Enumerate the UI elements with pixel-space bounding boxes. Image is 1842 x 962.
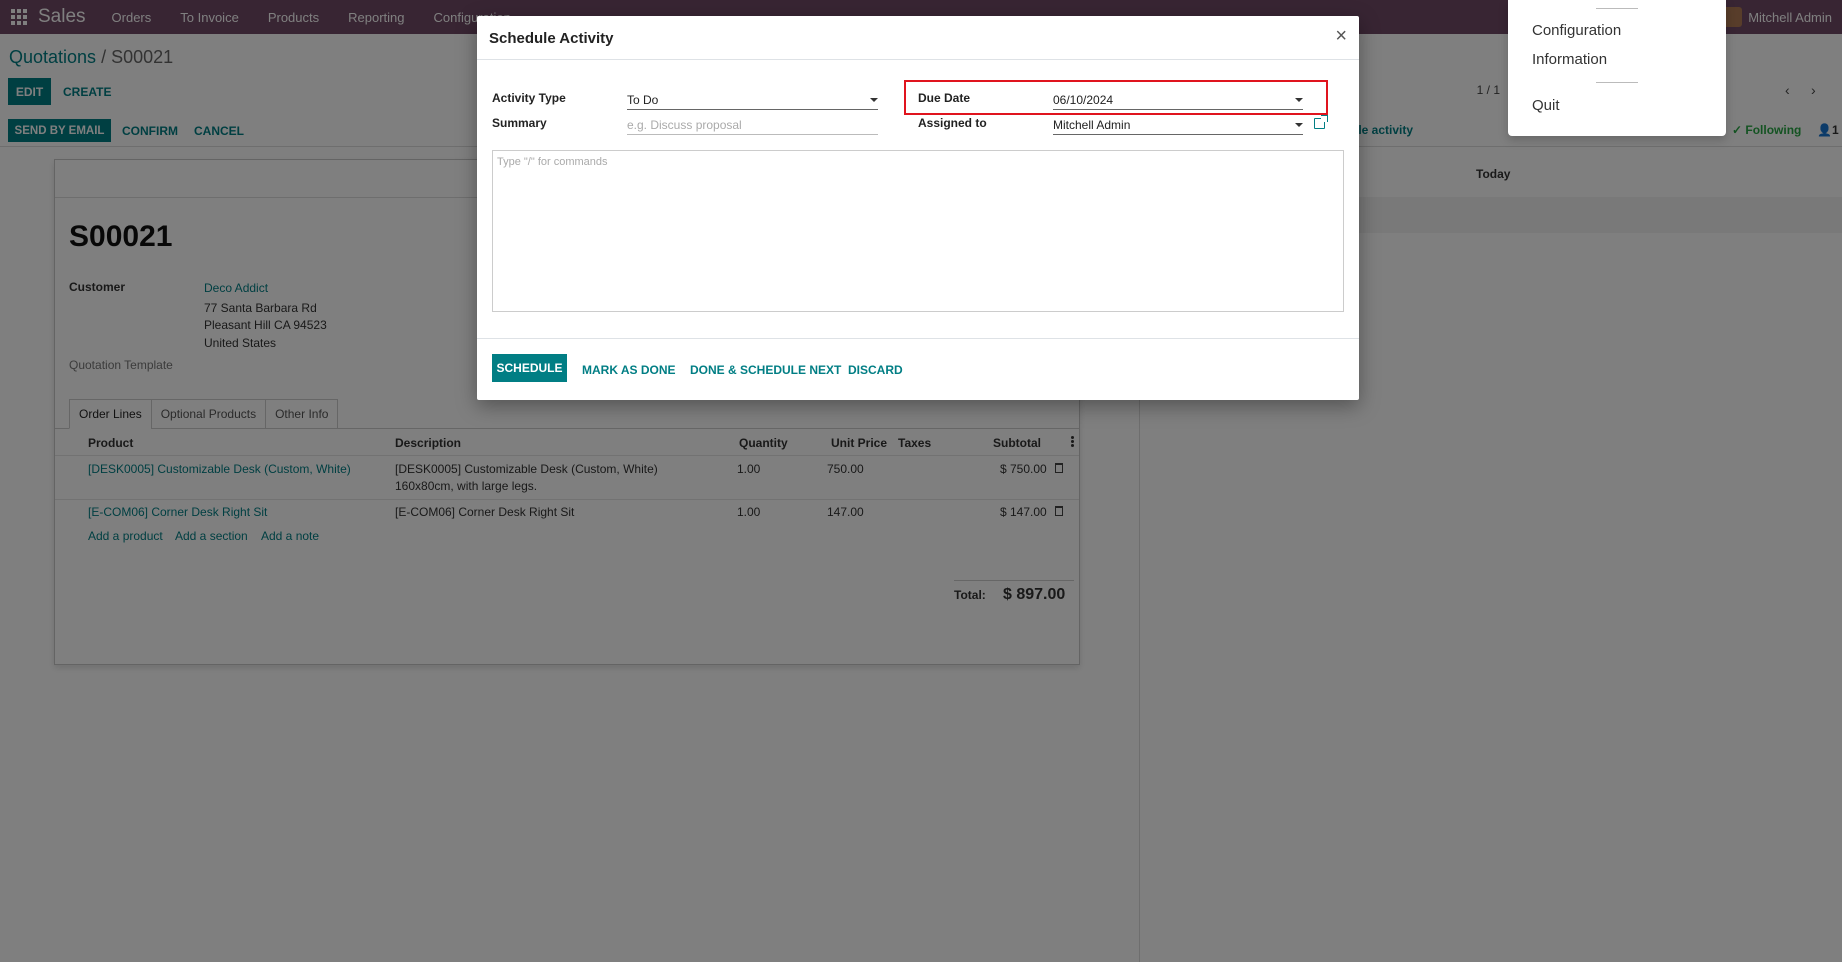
modal-title: Schedule Activity: [489, 30, 614, 47]
menu-item-configuration[interactable]: Configuration: [1532, 22, 1621, 39]
assigned-to-select[interactable]: [1053, 115, 1303, 135]
chevron-down-icon[interactable]: [1295, 98, 1303, 102]
menu-item-quit[interactable]: Quit: [1532, 97, 1560, 114]
activity-type-select[interactable]: [627, 90, 878, 110]
assigned-to-label: Assigned to: [918, 116, 987, 130]
chevron-down-icon[interactable]: [870, 98, 878, 102]
menu-divider: [1596, 8, 1638, 9]
discard-button[interactable]: DISCARD: [848, 363, 903, 377]
schedule-button[interactable]: SCHEDULE: [492, 354, 567, 382]
external-link-icon[interactable]: [1314, 115, 1328, 129]
due-date-label: Due Date: [918, 91, 971, 105]
menu-divider: [1596, 82, 1638, 83]
activity-type-label: Activity Type: [492, 91, 566, 105]
modal-footer: SCHEDULE MARK AS DONE DONE & SCHEDULE NE…: [477, 338, 1359, 400]
due-date-input[interactable]: [1053, 90, 1303, 110]
user-dropdown-menu: Configuration Information Quit: [1508, 0, 1726, 136]
close-icon[interactable]: ×: [1335, 25, 1347, 48]
done-schedule-next-button[interactable]: DONE & SCHEDULE NEXT: [690, 363, 841, 377]
modal-header: Schedule Activity ×: [477, 16, 1359, 60]
menu-item-information[interactable]: Information: [1532, 51, 1607, 68]
mark-as-done-button[interactable]: MARK AS DONE: [582, 363, 676, 377]
summary-label: Summary: [492, 116, 547, 130]
summary-input[interactable]: [627, 115, 878, 135]
chevron-down-icon[interactable]: [1295, 123, 1303, 127]
schedule-activity-dialog: Schedule Activity × Activity Type Summar…: [477, 16, 1359, 400]
note-editor[interactable]: [492, 150, 1344, 312]
